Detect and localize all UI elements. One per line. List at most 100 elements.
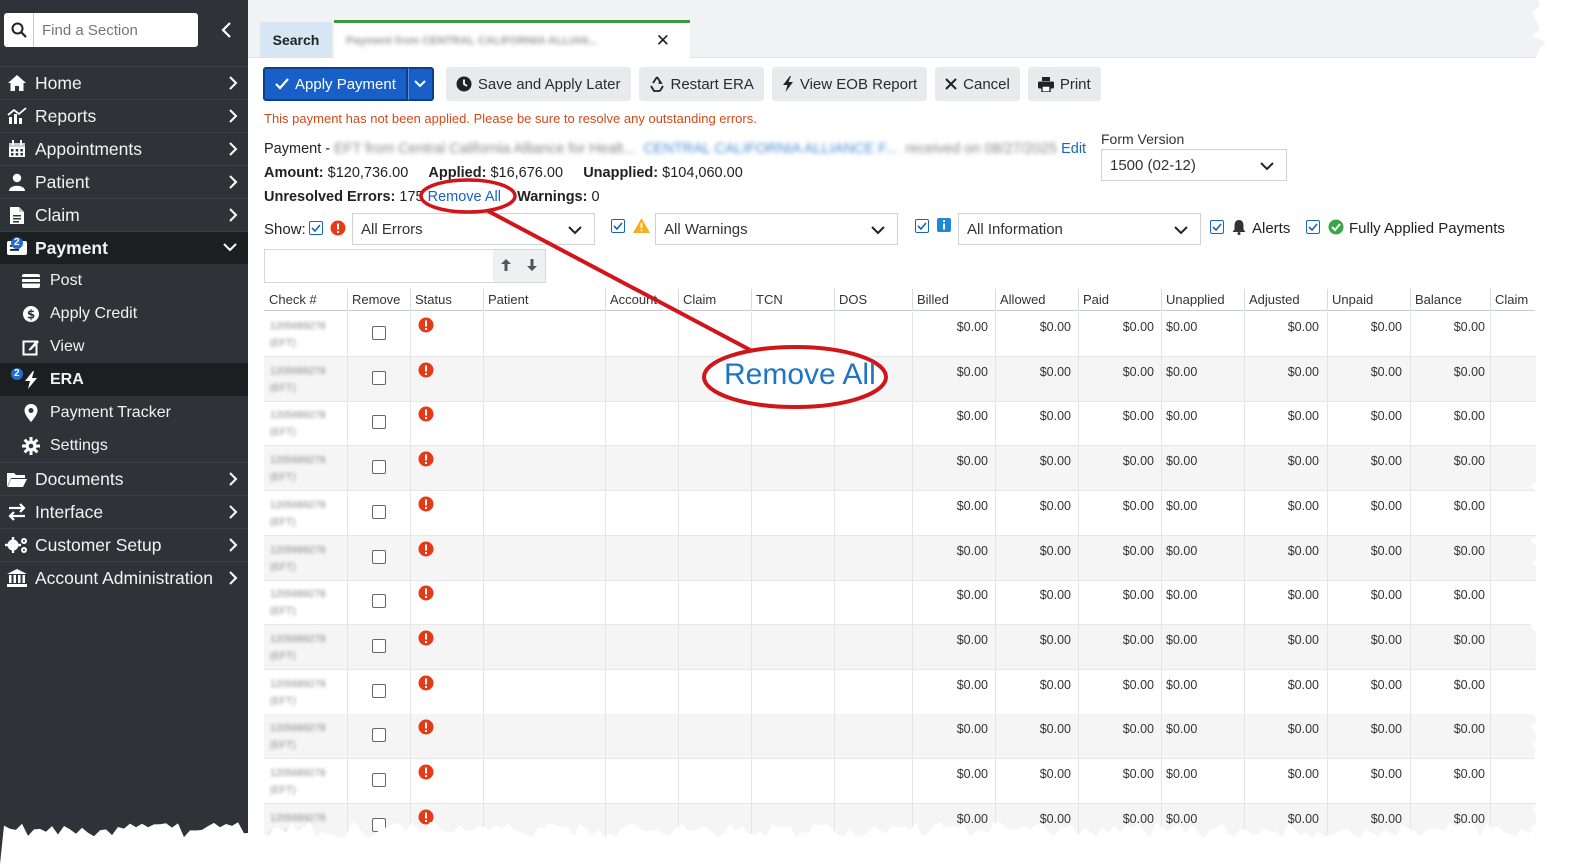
close-tab-icon[interactable]: ✕ xyxy=(656,31,670,51)
information-checkbox[interactable] xyxy=(915,219,929,233)
column-separator[interactable] xyxy=(751,289,752,311)
edit-payment-link[interactable]: Edit xyxy=(1061,141,1086,157)
column-header[interactable]: TCN xyxy=(756,292,783,307)
grid-search-box[interactable] xyxy=(264,249,546,283)
warnings-select[interactable]: All Warnings xyxy=(655,213,898,245)
remove-checkbox[interactable] xyxy=(372,638,386,653)
column-separator[interactable] xyxy=(1161,289,1162,311)
table-row[interactable]: 1205689278 (EFT) $0.00 $0.00 $0.00 $0.00 $0.00… xyxy=(264,714,1536,760)
information-select[interactable]: All Information xyxy=(958,213,1201,245)
column-header[interactable]: Allowed xyxy=(1000,292,1046,307)
errors-select[interactable]: All Errors xyxy=(352,213,595,245)
table-row[interactable]: 1205689278 (EFT) $0.00 $0.00 $0.00 $0.00 $0.00… xyxy=(264,624,1536,670)
column-separator[interactable] xyxy=(1490,289,1491,311)
column-header[interactable]: Patient xyxy=(488,292,528,307)
table-row[interactable]: 1205689278 (EFT) $0.00 $0.00 $0.00 $0.00 $0.00… xyxy=(264,401,1536,447)
table-row[interactable]: 1205689278 (EFT) $0.00 $0.00 $0.00 $0.00 $0.00… xyxy=(264,803,1536,847)
alerts-checkbox[interactable] xyxy=(1210,220,1224,234)
column-separator[interactable] xyxy=(678,289,679,311)
nav-appointments[interactable]: Appointments xyxy=(0,132,248,165)
remove-checkbox[interactable] xyxy=(372,594,386,609)
warnings-checkbox[interactable] xyxy=(611,219,625,233)
column-separator[interactable] xyxy=(834,289,835,311)
apply-options-dropdown[interactable] xyxy=(407,67,434,101)
nav-claim[interactable]: Claim xyxy=(0,198,248,231)
column-separator[interactable] xyxy=(605,289,606,311)
nav-customer-setup[interactable]: Customer Setup xyxy=(0,528,248,561)
remove-checkbox[interactable] xyxy=(372,370,386,385)
cell-divider xyxy=(995,759,996,804)
payer-link[interactable]: CENTRAL CALIFORNIA ALLIANCE F... xyxy=(643,141,897,157)
nav-payment[interactable]: 2 Payment xyxy=(0,231,248,264)
remove-checkbox[interactable] xyxy=(372,773,386,787)
column-header[interactable]: Check # xyxy=(269,292,317,307)
restart-era-button[interactable]: Restart ERA xyxy=(638,67,764,101)
cell-divider xyxy=(410,803,411,847)
remove-checkbox[interactable] xyxy=(372,549,386,564)
table-row[interactable]: 1205689278 (EFT) $0.00 $0.00 $0.00 $0.00 $0.00… xyxy=(264,759,1536,804)
nav-payment-view[interactable]: View xyxy=(0,330,248,363)
column-header[interactable]: Claim xyxy=(683,292,716,307)
nav-payment-apply-credit[interactable]: $ Apply Credit xyxy=(0,297,248,330)
column-header[interactable]: Unpaid xyxy=(1332,292,1373,307)
tab-payment[interactable]: Payment from CENTRAL CALIFORNIA ALLIAN..… xyxy=(334,20,690,58)
view-eob-report-button[interactable]: View EOB Report xyxy=(771,67,928,101)
nav-interface[interactable]: Interface xyxy=(0,495,248,528)
column-separator[interactable] xyxy=(1410,289,1411,311)
nav-payment-settings[interactable]: Settings xyxy=(0,429,248,462)
nav-payment-era[interactable]: 2 ERA xyxy=(0,363,248,396)
table-row[interactable]: 1205689278 (EFT) $0.00 $0.00 $0.00 $0.00 $0.00… xyxy=(264,490,1536,536)
tab-search[interactable]: Search xyxy=(260,22,332,58)
table-row[interactable]: 1205689278 (EFT) $0.00 $0.00 $0.00 $0.00 $0.00… xyxy=(264,312,1536,357)
remove-checkbox[interactable] xyxy=(372,415,386,430)
table-row[interactable]: 1205689278 (EFT) $0.00 $0.00 $0.00 $0.00 $0.00… xyxy=(264,356,1536,402)
remove-checkbox[interactable] xyxy=(372,817,386,832)
column-header[interactable]: Account xyxy=(610,292,657,307)
column-header[interactable]: DOS xyxy=(839,292,867,307)
arrow-down-icon[interactable] xyxy=(526,258,538,275)
column-header[interactable]: Remove xyxy=(352,292,400,307)
cancel-button[interactable]: Cancel xyxy=(935,67,1020,101)
nav-payment-tracker[interactable]: Payment Tracker xyxy=(0,396,248,429)
column-header[interactable]: Status xyxy=(415,292,452,307)
nav-patient[interactable]: Patient xyxy=(0,165,248,198)
remove-checkbox[interactable] xyxy=(372,683,386,698)
column-header[interactable]: Unapplied xyxy=(1166,292,1225,307)
nav-payment-post[interactable]: Post xyxy=(0,264,248,297)
column-separator[interactable] xyxy=(1244,289,1245,311)
column-separator[interactable] xyxy=(1327,289,1328,311)
column-header[interactable]: Billed xyxy=(917,292,949,307)
collapse-sidebar-icon[interactable] xyxy=(214,17,238,43)
table-row[interactable]: 1205689278 (EFT) $0.00 $0.00 $0.00 $0.00 $0.00… xyxy=(264,580,1536,626)
apply-payment-button[interactable]: Apply Payment xyxy=(263,67,408,101)
nav-reports[interactable]: Reports xyxy=(0,99,248,132)
column-separator[interactable] xyxy=(995,289,996,311)
column-header[interactable]: Balance xyxy=(1415,292,1462,307)
column-separator[interactable] xyxy=(347,289,348,311)
print-button[interactable]: Print xyxy=(1027,67,1101,101)
nav-documents[interactable]: Documents xyxy=(0,462,248,495)
section-search-input[interactable] xyxy=(34,15,184,45)
remove-checkbox[interactable] xyxy=(372,728,386,743)
nav-home[interactable]: Home xyxy=(0,66,248,99)
column-header[interactable]: Adjusted xyxy=(1249,292,1300,307)
save-and-apply-later-button[interactable]: Save and Apply Later xyxy=(445,67,631,101)
form-version-select[interactable]: 1500 (02-12) xyxy=(1101,149,1287,181)
column-separator[interactable] xyxy=(483,289,484,311)
arrow-up-icon[interactable] xyxy=(500,258,512,275)
table-row[interactable]: 1205689278 (EFT) $0.00 $0.00 $0.00 $0.00 $0.00… xyxy=(264,669,1536,715)
remove-checkbox[interactable] xyxy=(372,504,386,519)
column-separator[interactable] xyxy=(1078,289,1079,311)
column-separator[interactable] xyxy=(410,289,411,311)
remove-checkbox[interactable] xyxy=(372,460,386,475)
column-header[interactable]: Claim xyxy=(1495,292,1528,307)
column-separator[interactable] xyxy=(912,289,913,311)
table-row[interactable]: 1205689278 (EFT) $0.00 $0.00 $0.00 $0.00 $0.00… xyxy=(264,535,1536,581)
errors-checkbox[interactable] xyxy=(309,221,323,235)
table-row[interactable]: 1205689278 (EFT) $0.00 $0.00 $0.00 $0.00 $0.00… xyxy=(264,446,1536,492)
column-header[interactable]: Paid xyxy=(1083,292,1109,307)
remove-all-link[interactable]: Remove All xyxy=(428,189,501,205)
nav-account-administration[interactable]: Account Administration xyxy=(0,561,248,594)
remove-checkbox[interactable] xyxy=(372,326,386,340)
fully-applied-checkbox[interactable] xyxy=(1306,220,1320,234)
